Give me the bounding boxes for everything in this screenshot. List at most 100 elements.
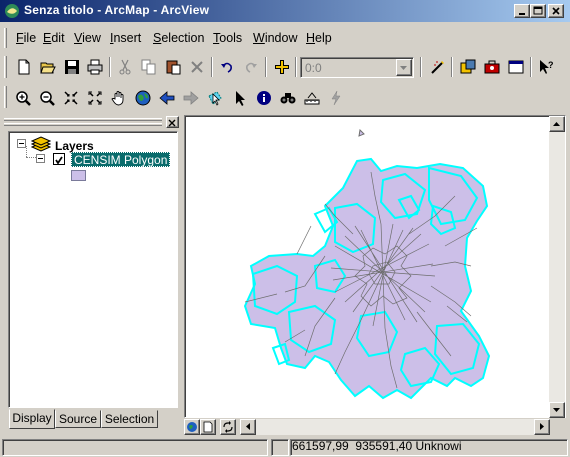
back-extent-button[interactable]: [156, 87, 178, 109]
chevron-left-icon: [246, 423, 250, 430]
scroll-down-button[interactable]: [549, 402, 565, 418]
menu-window[interactable]: Window: [253, 31, 297, 45]
tree-line: [26, 157, 36, 158]
copy-button[interactable]: [138, 56, 160, 78]
arcmap-app-icon[interactable]: [4, 3, 20, 19]
tab-selection[interactable]: Selection: [101, 410, 158, 428]
standard-toolbar-grip[interactable]: [4, 56, 7, 78]
forward-extent-button[interactable]: [180, 87, 202, 109]
map-scale-combo[interactable]: 0:0: [300, 57, 414, 78]
select-features-button[interactable]: [204, 87, 226, 109]
zoom-out-button[interactable]: [36, 87, 58, 109]
toc-grip: [4, 118, 162, 121]
toolbar-separator: [420, 57, 422, 77]
cut-button[interactable]: [114, 56, 136, 78]
select-features-icon: [208, 91, 222, 106]
tab-display[interactable]: Display: [9, 409, 55, 429]
toc-grip: [4, 123, 162, 126]
full-extent-button[interactable]: [132, 87, 154, 109]
fixed-zoom-in-button[interactable]: [60, 87, 82, 109]
menu-view[interactable]: View: [74, 31, 101, 45]
save-button[interactable]: [61, 56, 83, 78]
menu-tools[interactable]: Tools: [213, 31, 242, 45]
menu-file[interactable]: File: [16, 31, 36, 45]
delete-button[interactable]: [186, 56, 208, 78]
undo-button[interactable]: [216, 56, 238, 78]
redo-button[interactable]: [240, 56, 262, 78]
identify-button[interactable]: [253, 87, 275, 109]
select-elements-button[interactable]: [229, 87, 251, 109]
paste-button[interactable]: [162, 56, 184, 78]
open-button[interactable]: [37, 56, 59, 78]
find-icon: [280, 93, 296, 104]
map-canvas[interactable]: [185, 116, 566, 418]
layer-name-censim[interactable]: CENSIM Polygon: [71, 152, 171, 167]
minimize-button[interactable]: [514, 4, 530, 18]
hyperlink-button[interactable]: [325, 87, 347, 109]
chevron-down-icon: [400, 66, 407, 70]
map-vertical-scrollbar[interactable]: [549, 116, 565, 418]
arccatalog-button[interactable]: [457, 56, 479, 78]
whats-this-button[interactable]: ?: [535, 56, 557, 78]
layout-view-button[interactable]: [200, 419, 216, 435]
measure-button[interactable]: [301, 87, 323, 109]
menu-selection[interactable]: Selection: [153, 31, 204, 45]
close-icon: [552, 7, 560, 15]
window-title: Senza titolo - ArcMap - ArcView: [24, 3, 210, 17]
menu-edit[interactable]: Edit: [43, 31, 65, 45]
editor-toolbar-button[interactable]: [427, 56, 449, 78]
measure-icon: [304, 92, 320, 105]
layers-root-label[interactable]: Layers: [55, 139, 94, 153]
scroll-up-button[interactable]: [549, 116, 565, 132]
map-scale-value: 0:0: [305, 61, 322, 75]
page-icon: [203, 421, 213, 433]
layer-legend-swatch[interactable]: [71, 170, 86, 181]
print-button[interactable]: [84, 56, 106, 78]
toolbar-separator: [295, 57, 297, 77]
layer-visibility-checkbox[interactable]: [53, 153, 65, 165]
coord-units: Unknowi: [415, 439, 462, 453]
layer-collapse-toggle[interactable]: [36, 154, 45, 163]
paste-icon: [166, 60, 181, 75]
print-icon: [87, 59, 103, 75]
save-icon: [65, 60, 79, 74]
menu-insert[interactable]: Insert: [110, 31, 141, 45]
menu-help[interactable]: Help: [306, 31, 332, 45]
data-view-button[interactable]: [184, 419, 200, 435]
tab-source[interactable]: Source: [55, 410, 101, 428]
scale-dropdown-button[interactable]: [396, 59, 412, 76]
toc-title-bar[interactable]: [4, 116, 180, 130]
find-button[interactable]: [277, 87, 299, 109]
command-line-icon: [508, 60, 524, 74]
zoom-in-button[interactable]: [12, 87, 34, 109]
delete-icon: [191, 61, 203, 73]
arccatalog-icon: [460, 59, 476, 74]
new-button[interactable]: [13, 56, 35, 78]
full-extent-icon: [135, 90, 151, 106]
maximize-button[interactable]: [530, 4, 546, 18]
toc-close-button[interactable]: [166, 116, 179, 128]
chevron-right-icon: [540, 423, 544, 430]
chevron-down-icon: [553, 408, 560, 412]
arctoolbox-icon: [484, 60, 500, 74]
refresh-icon: [223, 421, 233, 433]
tools-toolbar-grip[interactable]: [4, 86, 7, 108]
scroll-left-button[interactable]: [240, 419, 256, 435]
layers-collapse-toggle[interactable]: [17, 139, 26, 148]
menubar-grip[interactable]: [4, 28, 7, 48]
close-button[interactable]: [548, 4, 564, 18]
scroll-right-button[interactable]: [534, 419, 550, 435]
refresh-button[interactable]: [220, 419, 236, 435]
pan-button[interactable]: [108, 87, 130, 109]
arctoolbox-button[interactable]: [481, 56, 503, 78]
fixed-zoom-out-button[interactable]: [84, 87, 106, 109]
map-display[interactable]: [184, 115, 566, 418]
add-data-button[interactable]: [271, 56, 293, 78]
zoom-out-icon: [40, 91, 55, 106]
status-spacer-panel: [271, 439, 289, 456]
svg-text:?: ?: [548, 60, 554, 70]
open-icon: [40, 62, 56, 74]
horizontal-scroll-track[interactable]: [240, 419, 545, 435]
command-line-button[interactable]: [505, 56, 527, 78]
globe-icon: [187, 422, 197, 432]
